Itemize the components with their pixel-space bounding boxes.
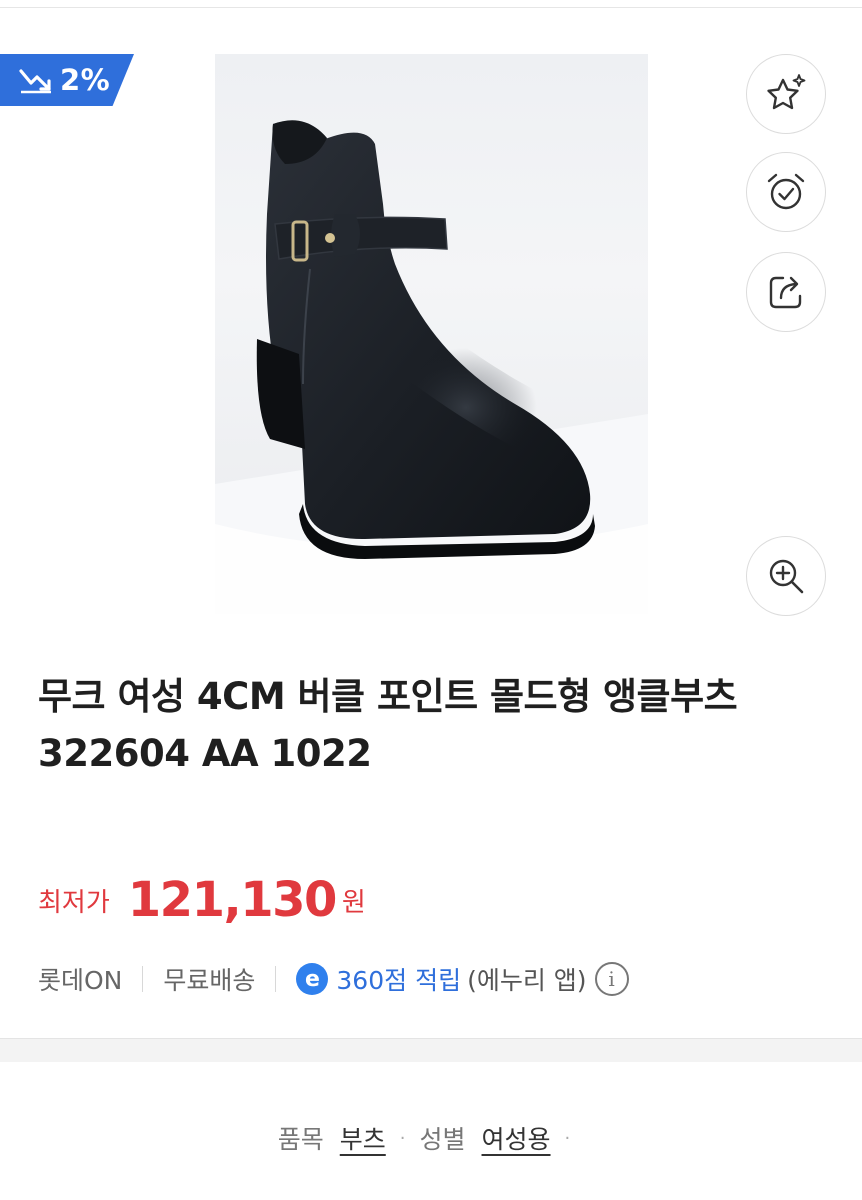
separator-dot: · <box>564 1127 571 1149</box>
price-down-chart-icon <box>18 66 54 94</box>
discount-percent: 2% <box>60 63 111 97</box>
gender-label: 성별 <box>419 1125 466 1154</box>
star-sparkle-icon <box>763 71 809 117</box>
price-value: 121,130 <box>127 872 338 928</box>
price-row: 최저가 121,130 원 <box>38 868 366 932</box>
zoom-button[interactable] <box>746 536 826 616</box>
info-icon[interactable]: i <box>594 962 629 996</box>
favorite-button[interactable] <box>746 54 826 134</box>
zoom-in-icon <box>763 553 809 599</box>
price-unit: 원 <box>341 887 366 918</box>
alarm-clock-check-icon <box>763 169 809 215</box>
share-arrow-icon <box>763 269 809 315</box>
top-divider <box>0 0 862 8</box>
category-label: 품목 <box>277 1125 324 1154</box>
section-divider <box>0 1038 862 1062</box>
price-alarm-button[interactable] <box>746 152 826 232</box>
product-image[interactable] <box>215 54 648 614</box>
product-title-line2: 322604 AA 1022 <box>38 732 372 775</box>
boot-illustration <box>215 120 648 614</box>
spec-row: 품목 부츠 · 성별 여성용 · <box>0 1116 862 1160</box>
separator-dot: · <box>399 1127 406 1149</box>
seller-info-row: 롯데ON 무료배송 e 360점 적립 (에누리 앱) i <box>38 957 629 1001</box>
product-title-line1: 무크 여성 4CM 버클 포인트 몰드형 앵클부츠 <box>38 675 738 718</box>
seller-name[interactable]: 롯데ON <box>38 961 122 997</box>
gender-link[interactable]: 여성용 <box>482 1120 551 1156</box>
product-title: 무크 여성 4CM 버클 포인트 몰드형 앵클부츠 322604 AA 1022 <box>38 668 828 782</box>
divider <box>275 966 277 992</box>
divider <box>142 966 144 992</box>
share-button[interactable] <box>746 252 826 332</box>
points-reward: 360점 적립 <box>336 966 462 995</box>
enuri-e-icon: e <box>296 963 329 995</box>
price-label: 최저가 <box>38 887 110 918</box>
shipping-info: 무료배송 <box>163 966 256 995</box>
category-link[interactable]: 부츠 <box>340 1120 386 1156</box>
discount-badge: 2% <box>0 54 134 106</box>
points-note: (에누리 앱) <box>467 966 587 995</box>
